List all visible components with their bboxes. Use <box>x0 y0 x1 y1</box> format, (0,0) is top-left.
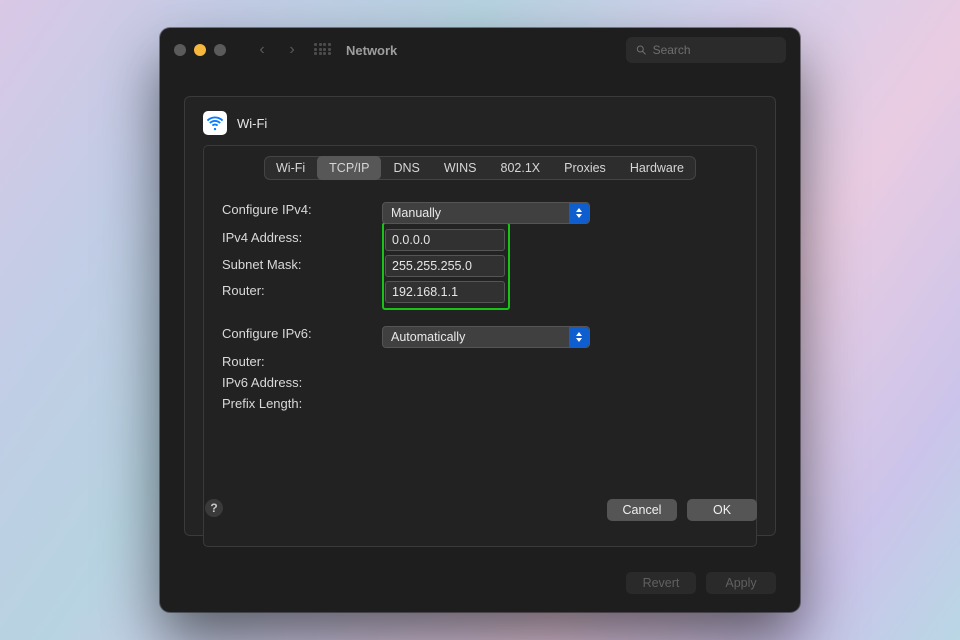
revert-button[interactable]: Revert <box>626 572 696 594</box>
cancel-button[interactable]: Cancel <box>607 499 677 521</box>
show-all-icon[interactable] <box>314 43 332 57</box>
apply-button[interactable]: Apply <box>706 572 776 594</box>
network-prefs-window: ‹ › Network Wi-Fi Wi-Fi TCP/IP DNS WIN <box>160 28 800 612</box>
tab-tcpip[interactable]: TCP/IP <box>317 156 381 180</box>
window-title: Network <box>346 43 397 58</box>
panel-header: Wi-Fi <box>203 111 757 135</box>
configure-ipv4-select[interactable]: Manually <box>382 202 590 224</box>
chevron-updown-icon <box>569 327 589 347</box>
ipv6-address-label: IPv6 Address: <box>222 375 372 390</box>
tab-proxies[interactable]: Proxies <box>552 156 618 180</box>
minimize-button[interactable] <box>194 44 206 56</box>
subnet-mask-input[interactable] <box>385 255 505 277</box>
tab-hardware[interactable]: Hardware <box>618 156 696 180</box>
chevron-updown-icon <box>569 203 589 223</box>
ok-button[interactable]: OK <box>687 499 757 521</box>
router-v4-label: Router: <box>222 283 372 304</box>
close-button[interactable] <box>174 44 186 56</box>
titlebar: ‹ › Network <box>160 28 800 72</box>
tab-wifi[interactable]: Wi-Fi <box>264 156 317 180</box>
inner-pane: Wi-Fi TCP/IP DNS WINS 802.1X Proxies Har… <box>203 145 757 547</box>
tab-dns[interactable]: DNS <box>381 156 431 180</box>
configure-ipv6-select[interactable]: Automatically <box>382 326 590 348</box>
ipv6-address-value <box>382 375 602 390</box>
tab-8021x[interactable]: 802.1X <box>489 156 553 180</box>
search-icon <box>636 44 647 56</box>
subnet-mask-label: Subnet Mask: <box>222 257 372 278</box>
ipv4-address-input[interactable] <box>385 229 505 251</box>
ipv4-highlight-box <box>382 222 510 310</box>
advanced-panel: Wi-Fi Wi-Fi TCP/IP DNS WINS 802.1X Proxi… <box>184 96 776 536</box>
wifi-icon <box>203 111 227 135</box>
help-button[interactable]: ? <box>205 499 223 517</box>
configure-ipv6-label: Configure IPv6: <box>222 326 372 348</box>
traffic-lights <box>174 44 226 56</box>
zoom-button[interactable] <box>214 44 226 56</box>
ipv4-address-label: IPv4 Address: <box>222 230 372 251</box>
tab-bar: Wi-Fi TCP/IP DNS WINS 802.1X Proxies Har… <box>222 156 738 180</box>
search-input[interactable] <box>653 43 776 57</box>
search-field[interactable] <box>626 37 786 63</box>
panel-title: Wi-Fi <box>237 116 267 131</box>
router-v4-input[interactable] <box>385 281 505 303</box>
prefix-length-label: Prefix Length: <box>222 396 372 411</box>
configure-ipv4-label: Configure IPv4: <box>222 202 372 224</box>
prefix-length-value <box>382 396 602 411</box>
configure-ipv4-value: Manually <box>391 206 441 220</box>
configure-ipv6-value: Automatically <box>391 330 465 344</box>
back-button[interactable]: ‹ <box>252 41 272 59</box>
forward-button[interactable]: › <box>282 41 302 59</box>
router-v6-label: Router: <box>222 354 372 369</box>
tab-wins[interactable]: WINS <box>432 156 489 180</box>
router-v6-value <box>382 354 602 369</box>
